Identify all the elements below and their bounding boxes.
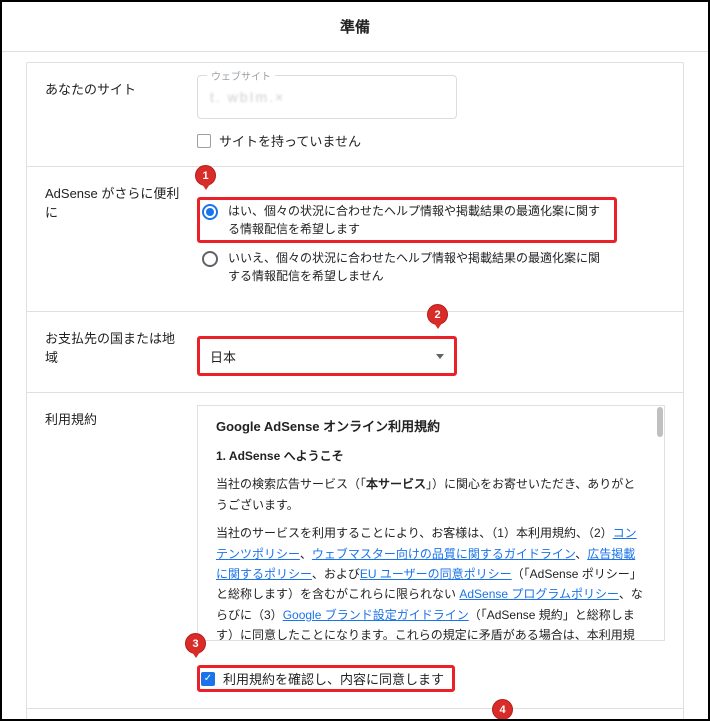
link-brand-guidelines[interactable]: Google ブランド設定ガイドライン	[283, 608, 469, 622]
website-obscured-value: t. wbIm.×	[210, 89, 285, 105]
section-payment: お支払先の国または地域 2 日本	[27, 312, 683, 393]
terms-label: 利用規約	[27, 393, 187, 708]
terms-heading: Google AdSense オンライン利用規約	[216, 416, 646, 438]
page-title: 準備	[2, 2, 708, 52]
tips-radio-yes-label: はい、個々の状況に合わせたヘルプ情報や掲載結果の最適化案に関する情報配信を希望し…	[228, 202, 608, 238]
section-site: あなたのサイト ウェブサイト t. wbIm.× サイトを持っていません	[27, 63, 683, 167]
terms-scrollbox[interactable]: Google AdSense オンライン利用規約 1. AdSense へようこ…	[197, 405, 665, 641]
setup-card: あなたのサイト ウェブサイト t. wbIm.× サイトを持っていません AdS…	[26, 62, 684, 721]
link-webmaster-guidelines[interactable]: ウェブマスター向けの品質に関するガイドライン	[312, 547, 575, 561]
chevron-down-icon	[436, 354, 444, 359]
payment-label: お支払先の国または地域	[27, 312, 187, 392]
tips-radio-yes[interactable]	[202, 204, 218, 220]
annotation-badge-2: 2	[427, 304, 448, 325]
agree-terms-checkbox[interactable]: ✓	[201, 672, 215, 686]
terms-paragraph-2: 当社のサービスを利用することにより、お客様は、（1）本利用規約、（2）コンテンツ…	[216, 523, 646, 640]
footer-bar: 4 AdSense のご利用を開始	[27, 708, 683, 721]
link-program-policy[interactable]: AdSense プログラムポリシー	[459, 587, 619, 601]
annotation-badge-1: 1	[195, 165, 216, 186]
tips-radio-no[interactable]	[202, 251, 218, 267]
terms-subheading: 1. AdSense へようこそ	[216, 446, 646, 466]
terms-paragraph-1: 当社の検索広告サービス（「本サービス」）に関心をお寄せいただき、ありがとうござい…	[216, 474, 646, 515]
no-site-checkbox[interactable]	[197, 134, 211, 148]
annotation-badge-3: 3	[185, 633, 206, 654]
link-eu-consent[interactable]: EU ユーザーの同意ポリシー	[360, 567, 512, 581]
agree-terms-label: 利用規約を確認し、内容に同意します	[223, 669, 444, 688]
scrollbar-thumb[interactable]	[657, 407, 663, 437]
section-tips: AdSense がさらに便利に 1 はい、個々の状況に合わせたヘルプ情報や掲載結…	[27, 167, 683, 312]
annotation-badge-4: 4	[492, 699, 513, 720]
tips-radio-no-label: いいえ、個々の状況に合わせたヘルプ情報や掲載結果の最適化案に関する情報配信を希望…	[228, 249, 608, 285]
no-site-checkbox-label: サイトを持っていません	[219, 131, 361, 150]
site-field-label: ウェブサイト	[207, 68, 275, 83]
section-terms: 利用規約 Google AdSense オンライン利用規約 1. AdSense…	[27, 393, 683, 708]
payment-country-selected: 日本	[210, 347, 236, 366]
tips-label: AdSense がさらに便利に	[27, 167, 187, 311]
site-label: あなたのサイト	[27, 63, 187, 166]
payment-country-select[interactable]: 日本	[197, 336, 457, 376]
